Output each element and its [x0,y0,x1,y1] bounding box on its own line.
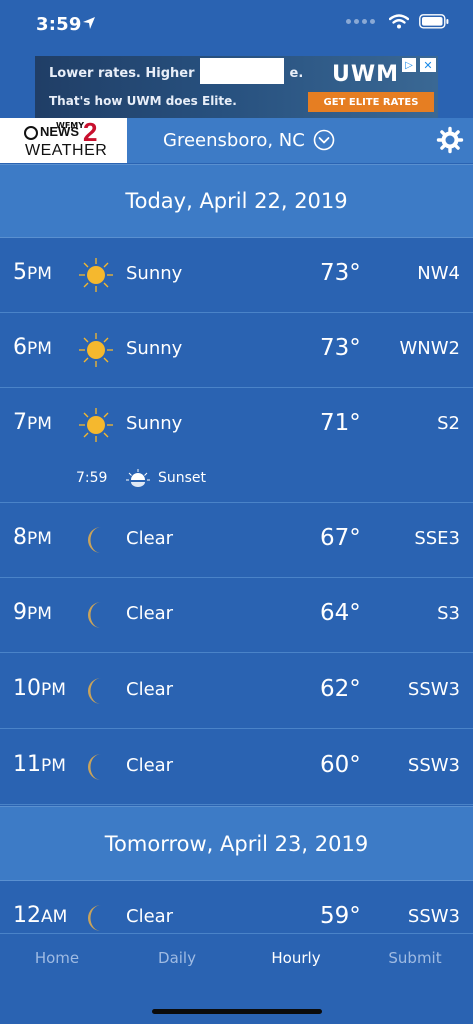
hour-row[interactable]: 5PM Sunny 73° NW4 [0,238,473,313]
cbs-eye-icon [24,126,38,140]
hour-wind: WNW2 [399,338,460,359]
hour-temperature: 60° [320,752,361,778]
location-label: Greensboro, NC [163,129,305,151]
hour-wind: NW4 [417,263,460,284]
hour-time: 5PM [13,260,52,285]
location-arrow-icon [83,17,95,29]
day-header-tomorrow: Tomorrow, April 23, 2019 [0,806,473,881]
brand-news: NEWS [40,124,79,139]
hour-temperature: 64° [320,600,361,626]
hour-condition: Clear [126,603,174,624]
sunset-icon [126,469,150,487]
ad-close-icon[interactable]: ✕ [420,58,436,72]
sunset-event: 7:59 Sunset [76,468,206,488]
sunset-time: 7:59 [76,470,108,486]
tab-daily[interactable]: Daily [117,949,237,967]
tab-home[interactable]: Home [0,949,117,967]
ad-cta-button[interactable]: GET ELITE RATES [308,92,434,112]
hour-temperature: 62° [320,676,361,702]
sun-icon [79,258,113,292]
wifi-icon [389,14,409,29]
hour-time: 6PM [13,335,52,360]
ad-line-2: That's how UWM does Elite. [49,94,237,108]
hour-wind: S2 [437,413,460,434]
hour-condition: Sunny [126,413,183,434]
hour-temperature: 73° [320,335,361,361]
ad-logo: UWM [332,62,400,87]
hour-condition: Clear [126,528,174,549]
hour-condition: Clear [126,755,174,776]
hour-time: 8PM [13,525,52,550]
moon-icon [88,602,101,628]
location-selector[interactable]: Greensboro, NC [163,129,335,151]
moon-icon [88,754,101,780]
hour-row[interactable]: 10PM Clear 62° SSW3 [0,654,473,729]
moon-icon [88,678,101,704]
hour-wind: SSW3 [407,755,460,776]
hour-wind: SSW3 [407,906,460,927]
hour-row[interactable]: 6PM Sunny 73° WNW2 [0,313,473,388]
hour-condition: Sunny [126,338,183,359]
hour-row[interactable]: 7PM Sunny 71° S2 7:59 Sunset [0,388,473,503]
app-header: WFMY NEWS 2 WEATHER Greensboro, NC [0,117,473,163]
hour-row[interactable]: 11PM Clear 60° SSW3 [0,730,473,805]
tab-submit[interactable]: Submit [355,949,473,967]
sunset-label: Sunset [158,470,207,486]
hour-temperature: 59° [320,903,361,929]
hour-row[interactable]: 8PM Clear 67° SSE3 [0,503,473,578]
settings-gear-icon[interactable] [436,126,464,154]
hour-time: 11PM [13,752,66,777]
brand-logo: WFMY NEWS 2 WEATHER [0,117,127,163]
hour-condition: Clear [126,906,174,927]
day-header-today: Today, April 22, 2019 [0,164,473,238]
hour-condition: Sunny [126,263,183,284]
moon-icon [88,905,101,931]
status-icons [346,14,449,29]
sun-icon [79,408,113,442]
hour-wind: S3 [437,603,460,624]
status-bar: 3:59 [0,0,473,52]
sun-icon [79,333,113,367]
ad-choices-icon[interactable]: ▷ [402,58,416,72]
chevron-down-icon [313,129,335,151]
hour-time: 12AM [13,903,68,928]
hour-time: 10PM [13,676,66,701]
hour-time: 9PM [13,600,52,625]
battery-icon [419,14,449,29]
tab-hourly[interactable]: Hourly [236,949,356,967]
hour-temperature: 71° [320,410,361,436]
hour-row[interactable]: 9PM Clear 64° S3 [0,578,473,653]
ad-banner[interactable]: Lower rates. Higher l e. That's how UWM d… [35,56,438,118]
hour-temperature: 73° [320,260,361,286]
brand-weather: WEATHER [25,142,108,159]
home-indicator[interactable] [152,1009,322,1014]
moon-icon [88,527,101,553]
status-time: 3:59 [36,14,82,35]
hour-temperature: 67° [320,525,361,551]
hour-wind: SSW3 [407,679,460,700]
hour-condition: Clear [126,679,174,700]
cellular-signal-icon [346,19,375,24]
ad-redaction [200,58,284,84]
hour-time: 7PM [13,410,52,435]
hour-wind: SSE3 [414,528,460,549]
